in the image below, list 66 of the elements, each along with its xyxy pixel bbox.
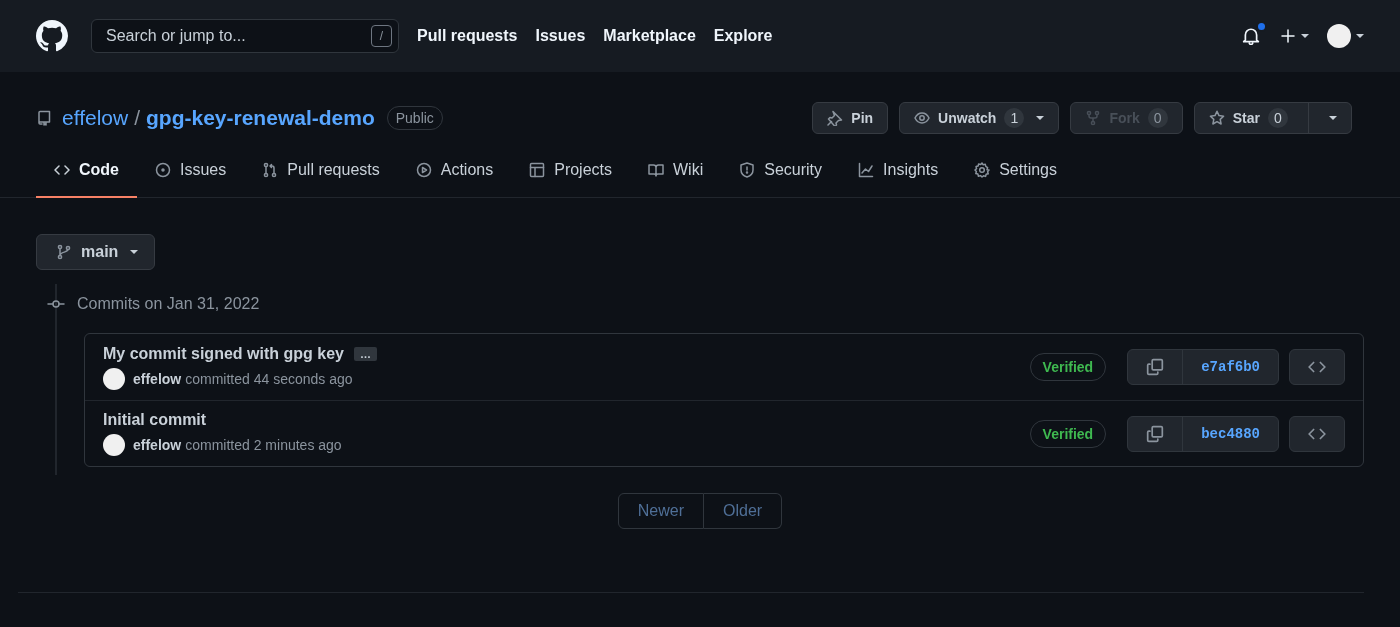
caret-icon bbox=[1356, 34, 1364, 38]
button-label: Unwatch bbox=[938, 109, 997, 126]
commits-date-heading: Commits on Jan 31, 2022 bbox=[77, 295, 260, 313]
avatar-icon bbox=[1327, 24, 1351, 48]
expand-button[interactable]: … bbox=[353, 346, 377, 361]
pin-icon bbox=[827, 109, 844, 126]
book-icon bbox=[648, 162, 664, 178]
shield-icon bbox=[739, 162, 756, 178]
repo-tab[interactable]: Projects bbox=[511, 144, 630, 198]
caret-icon bbox=[1301, 34, 1309, 38]
play-icon bbox=[415, 162, 432, 178]
counter: 0 bbox=[1147, 107, 1168, 128]
nav-link[interactable]: Pull requests bbox=[417, 27, 518, 45]
pagination-button[interactable]: Newer bbox=[617, 493, 705, 529]
nav-link[interactable]: Marketplace bbox=[603, 27, 696, 45]
commit-title-link[interactable]: Initial commit bbox=[103, 411, 207, 429]
repo-action-button[interactable]: Pin bbox=[812, 101, 889, 134]
eye-icon bbox=[914, 109, 931, 126]
shortcut-key: / bbox=[371, 25, 392, 47]
repo-action-button[interactable]: Unwatch 1 bbox=[899, 101, 1060, 134]
copy-icon bbox=[1146, 424, 1165, 443]
commit-time: committed 44 seconds ago bbox=[185, 370, 353, 387]
caret-icon bbox=[130, 250, 139, 254]
repo-action-button[interactable]: Star 0 bbox=[1193, 101, 1352, 134]
author-link[interactable]: effelow bbox=[133, 437, 182, 453]
owner-link[interactable]: effelow bbox=[62, 105, 129, 130]
bell-icon bbox=[1242, 27, 1260, 45]
star-icon bbox=[1208, 109, 1225, 126]
code-icon bbox=[54, 162, 70, 178]
commit-time: committed 2 minutes ago bbox=[185, 437, 342, 453]
counter: 1 bbox=[1004, 107, 1025, 128]
avatar-icon bbox=[103, 367, 125, 390]
repo-name-link[interactable]: gpg-key-renewal-demo bbox=[146, 105, 375, 130]
repo-tab[interactable]: Settings bbox=[956, 144, 1075, 198]
avatar-icon bbox=[103, 434, 125, 456]
repo-tab[interactable]: Security bbox=[721, 144, 841, 198]
repo-tab[interactable]: Code bbox=[36, 144, 137, 198]
profile-button[interactable] bbox=[1327, 24, 1364, 48]
issue-icon bbox=[155, 162, 171, 178]
graph-icon bbox=[858, 162, 875, 178]
create-button[interactable] bbox=[1280, 28, 1309, 44]
table-icon bbox=[529, 162, 546, 178]
branch-icon bbox=[56, 244, 72, 260]
nav-link[interactable]: Explore bbox=[713, 27, 773, 45]
repo-tab[interactable]: Wiki bbox=[630, 144, 722, 198]
author-link[interactable]: effelow bbox=[133, 370, 182, 387]
repo-tab[interactable]: Pull requests bbox=[244, 144, 398, 198]
branch-button[interactable]: main bbox=[36, 234, 156, 270]
repo-tab[interactable]: Insights bbox=[840, 144, 957, 198]
repo-tab[interactable]: Issues bbox=[137, 144, 245, 198]
logo-icon bbox=[36, 20, 68, 52]
button-label: Pin bbox=[851, 109, 874, 126]
repo-icon bbox=[36, 109, 52, 126]
browse-files-button[interactable] bbox=[1289, 415, 1345, 452]
button-label: Star bbox=[1232, 109, 1260, 126]
copy-icon bbox=[1146, 358, 1165, 376]
path-separator: / bbox=[134, 105, 140, 130]
nav-link[interactable]: Issues bbox=[535, 27, 586, 45]
repo-tab[interactable]: Actions bbox=[397, 144, 512, 198]
fork-icon bbox=[1085, 109, 1102, 126]
commit-title-link[interactable]: My commit signed with gpg key bbox=[103, 344, 344, 363]
plus-icon bbox=[1280, 28, 1296, 44]
pull-request-icon bbox=[262, 162, 279, 178]
gear-icon bbox=[974, 162, 991, 178]
pagination-button[interactable]: Older bbox=[704, 493, 783, 529]
counter: 0 bbox=[1268, 107, 1288, 128]
